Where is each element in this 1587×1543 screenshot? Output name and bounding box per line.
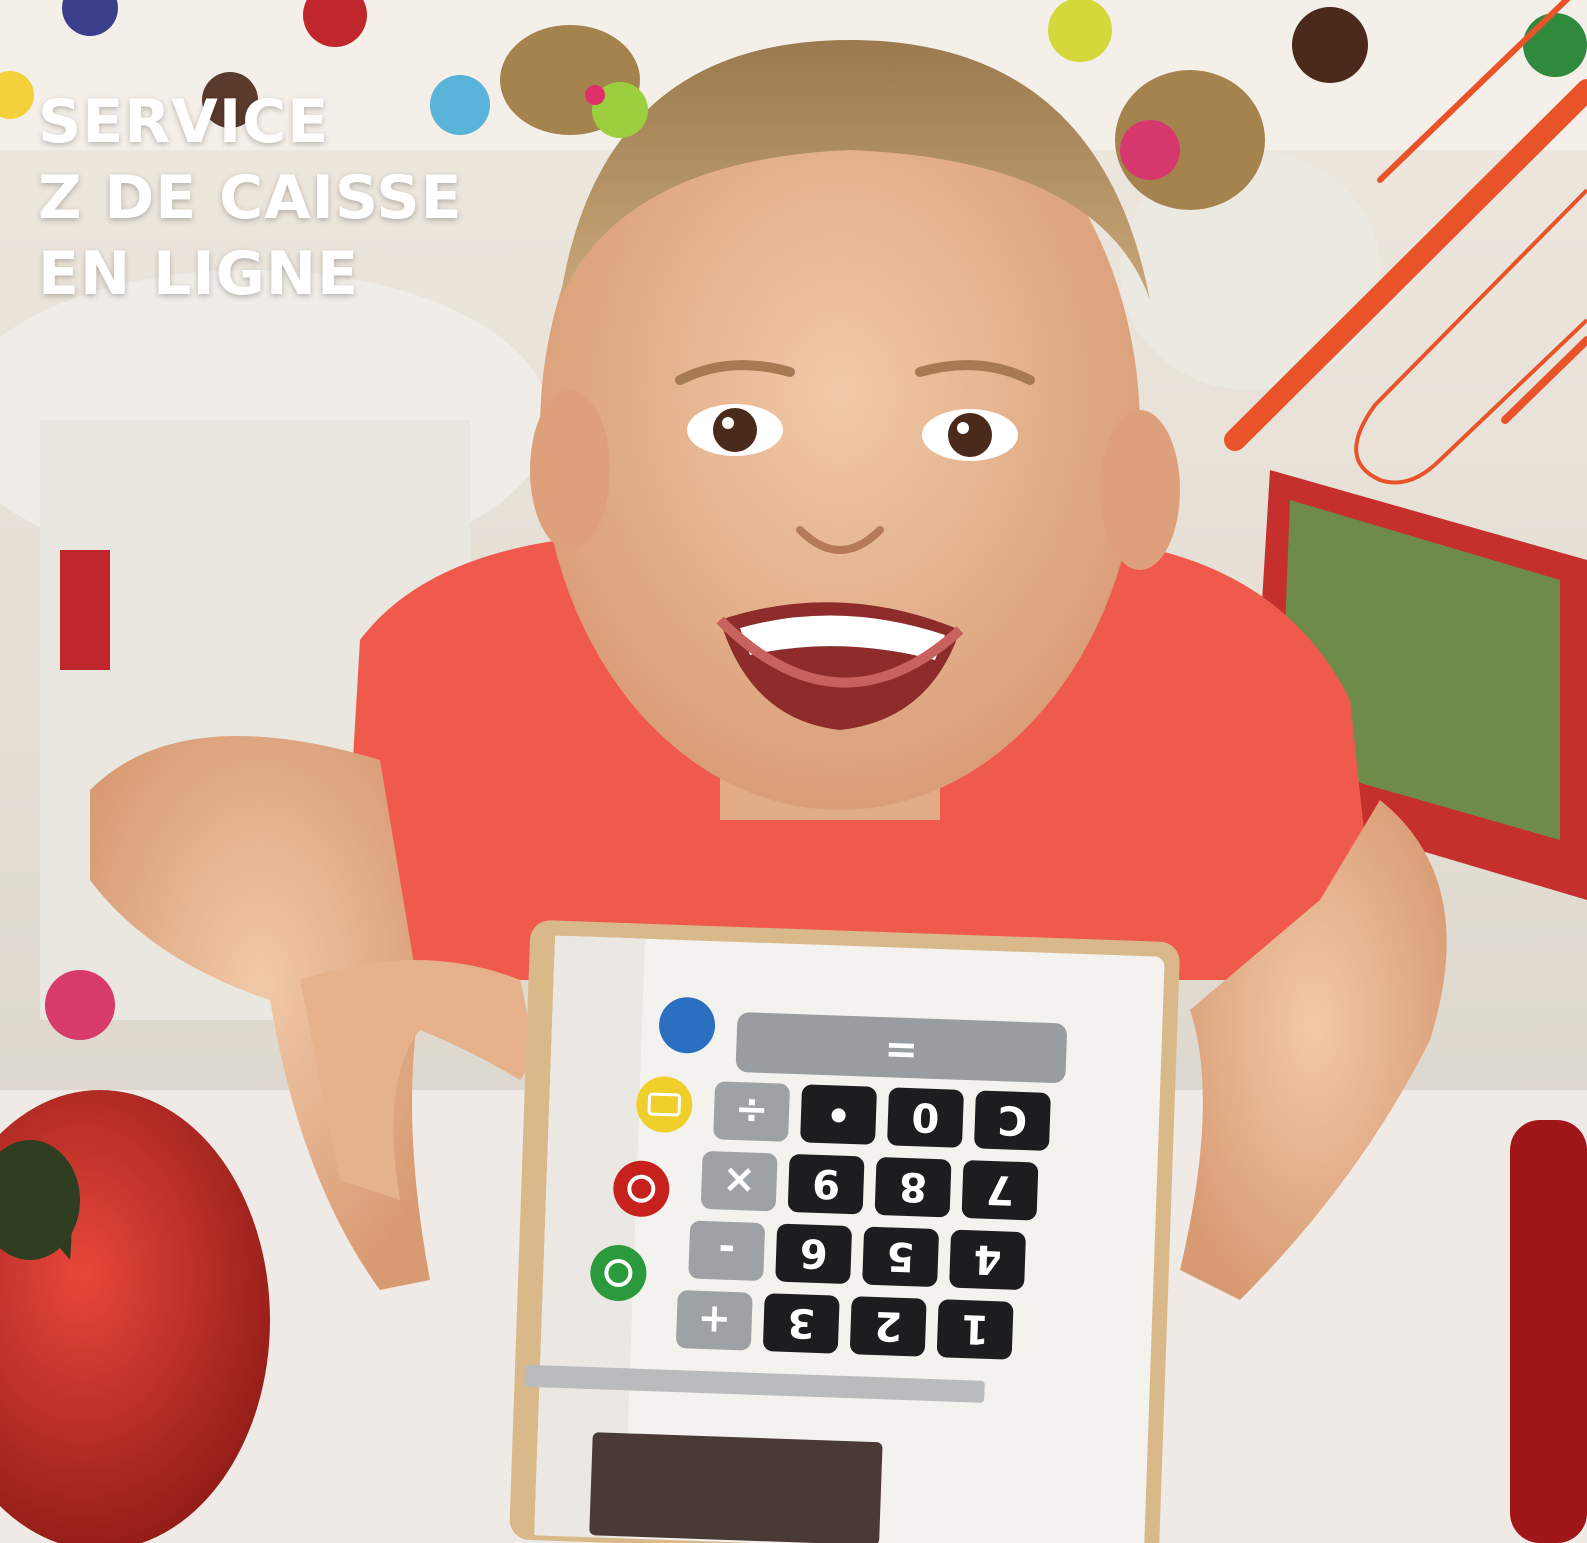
keypad-key-label: -: [718, 1226, 736, 1273]
hero-banner: = ÷ • 0 C × 9 8 7 - 6 5 4 +3 2 1 SERVICE Z DE CAISSE: [0, 0, 1587, 1543]
keypad-key-label: 6: [799, 1229, 828, 1276]
keypad-key-label: 2: [873, 1302, 902, 1349]
keypad-key-label: •: [825, 1090, 852, 1137]
keypad-key-label: 0: [911, 1093, 940, 1140]
keypad-key-label: 5: [886, 1232, 915, 1279]
keypad-key-label: 9: [811, 1160, 840, 1207]
headline-line-1: SERVICE: [38, 87, 330, 157]
headline-line-3: EN LIGNE: [38, 239, 360, 309]
keypad-key-label: ×: [722, 1157, 757, 1204]
keypad-key-label: ÷: [734, 1087, 769, 1134]
keypad-key-label: 7: [985, 1166, 1014, 1213]
headline-line-2: Z DE CAISSE: [38, 163, 463, 233]
keypad-key-label: +: [697, 1296, 732, 1343]
headline: SERVICE Z DE CAISSE EN LIGNE: [38, 84, 463, 312]
display-equals-key: =: [884, 1026, 919, 1073]
keypad-key-label: 3: [787, 1299, 816, 1346]
keypad-key-label: 1: [960, 1305, 989, 1352]
keypad-key-label: 4: [973, 1235, 1002, 1282]
keypad-key-label: C: [997, 1096, 1028, 1143]
keypad-key-label: 8: [898, 1163, 927, 1210]
